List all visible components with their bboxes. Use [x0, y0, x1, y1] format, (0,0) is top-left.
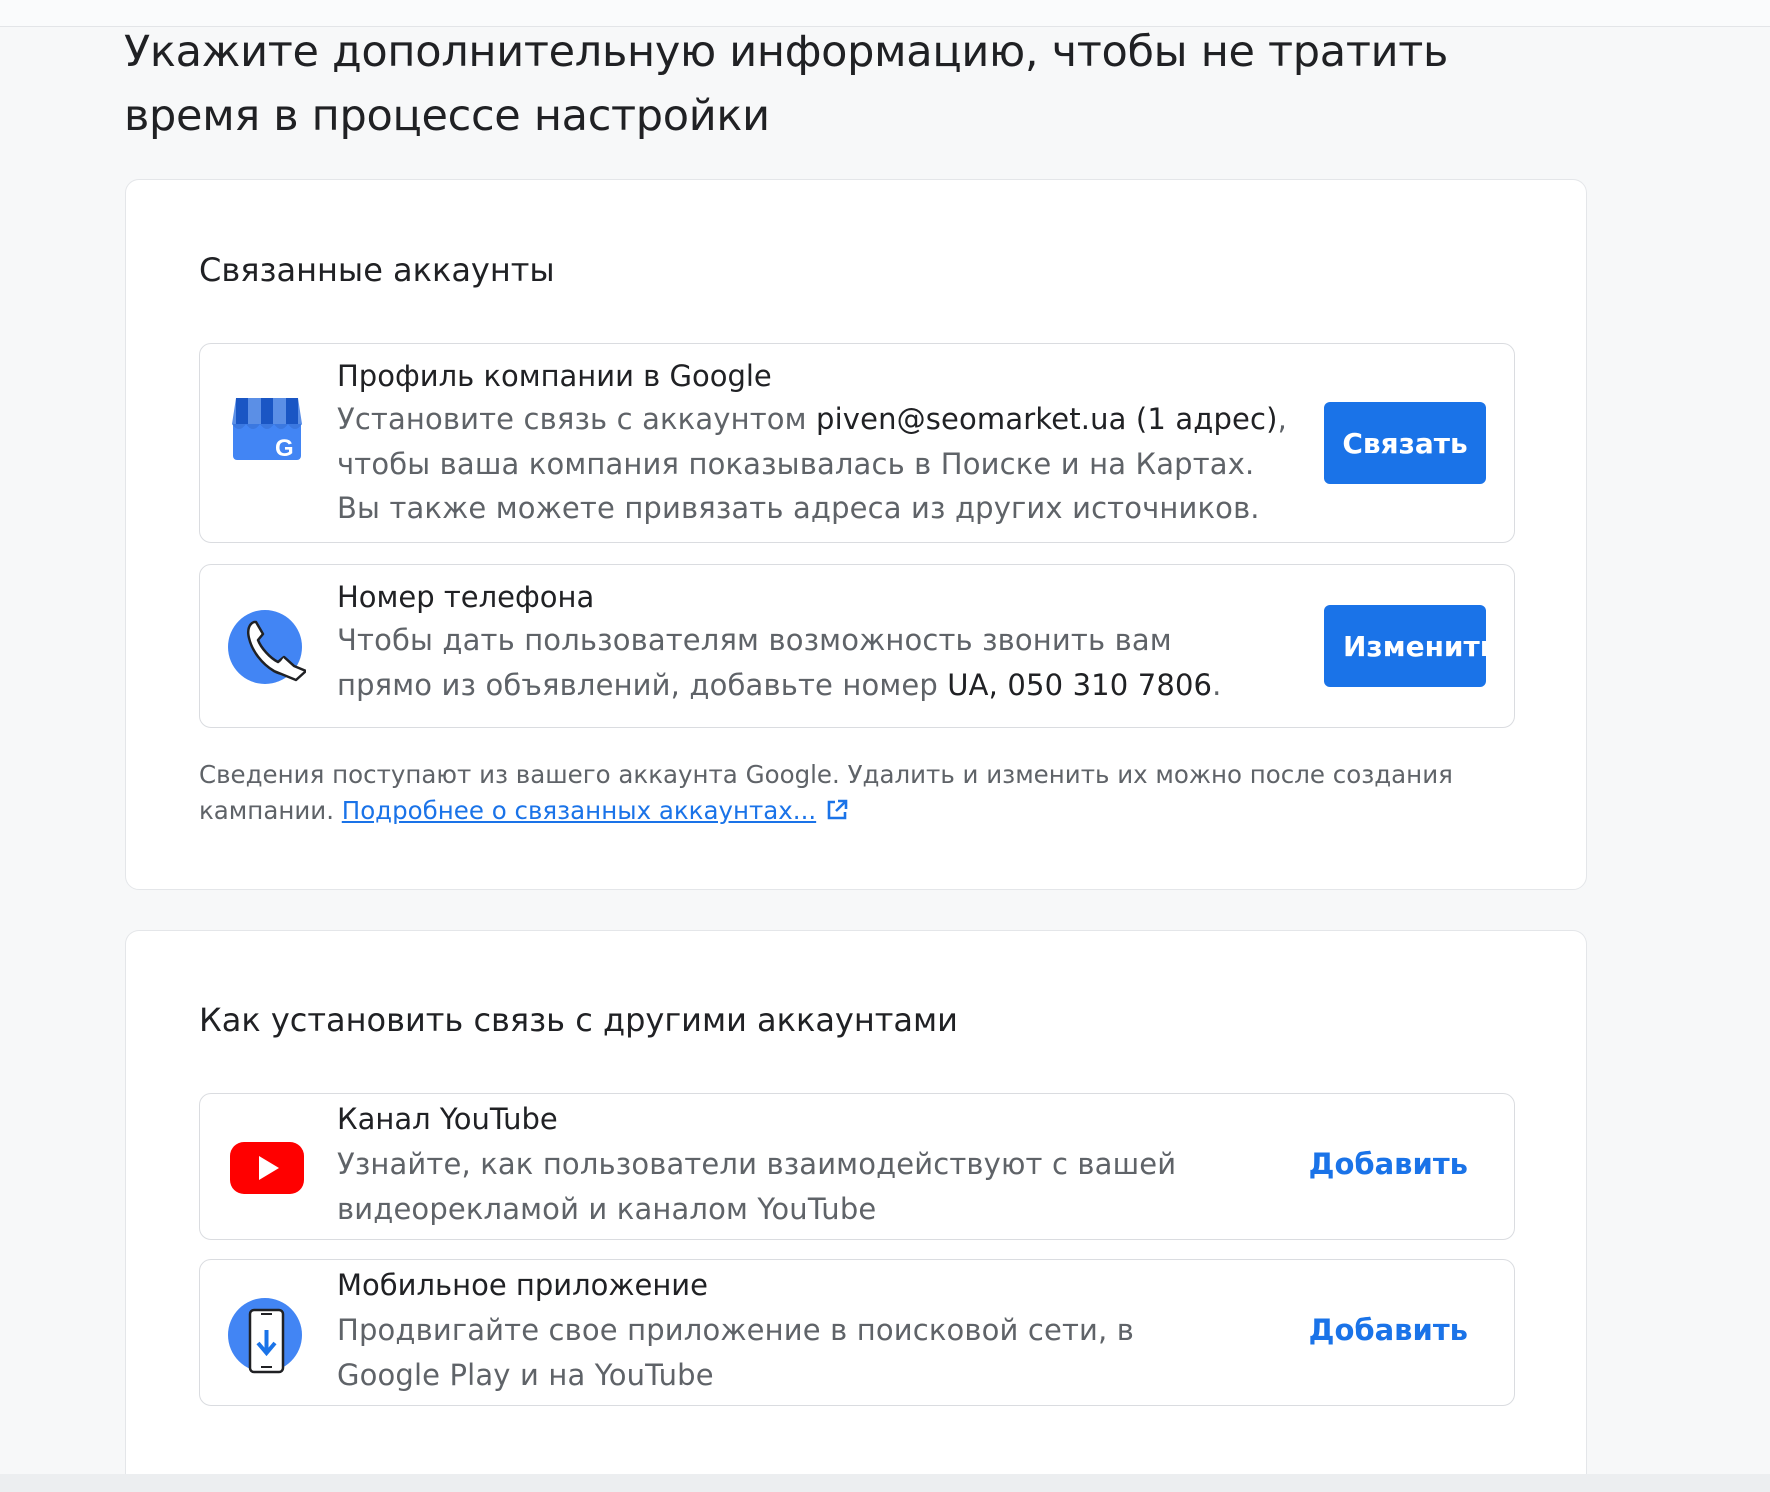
external-link-icon [827, 799, 848, 820]
business-profile-row: G Профиль компании в Google Установите с… [199, 343, 1515, 543]
youtube-icon [228, 1128, 306, 1206]
svg-text:G: G [275, 435, 294, 462]
other-accounts-heading: Как установить связь с другими аккаунтам… [199, 1001, 958, 1039]
youtube-description: Узнайте, как пользователи взаимодействую… [337, 1147, 1177, 1226]
business-profile-description: Установите связь с аккаунтом piven@seoma… [337, 402, 1287, 525]
mobile-app-title: Мобильное приложение [337, 1268, 708, 1302]
bottom-edge [0, 1474, 1770, 1492]
phone-icon [228, 608, 306, 686]
youtube-title: Канал YouTube [337, 1102, 558, 1136]
linked-accounts-card: Связанные аккаунты G Профиль компании в … [125, 179, 1587, 890]
phone-description: Чтобы дать пользователям возможность зво… [337, 623, 1222, 702]
phone-row: Номер телефона Чтобы дать пользователям … [199, 564, 1515, 728]
add-mobile-app-button[interactable]: Добавить [1309, 1313, 1468, 1347]
mobile-app-description: Продвигайте свое приложение в поисковой … [337, 1313, 1134, 1392]
change-phone-button[interactable]: Изменить [1324, 605, 1486, 687]
linked-accounts-heading: Связанные аккаунты [199, 251, 555, 289]
page-title: Укажите дополнительную информацию, чтобы… [124, 27, 1449, 141]
linked-accounts-learn-more-link[interactable]: Подробнее о связанных аккаунтах... [342, 796, 816, 825]
linked-accounts-note: Сведения поступают из вашего аккаунта Go… [199, 760, 1453, 825]
google-business-store-icon: G [228, 390, 306, 468]
other-accounts-card: Как установить связь с другими аккаунтам… [125, 930, 1587, 1492]
add-youtube-button[interactable]: Добавить [1309, 1147, 1468, 1181]
youtube-row: Канал YouTube Узнайте, как пользователи … [199, 1093, 1515, 1240]
link-business-profile-button[interactable]: Связать [1324, 402, 1486, 484]
phone-title: Номер телефона [337, 580, 595, 614]
mobile-app-download-icon [228, 1298, 306, 1376]
phone-number: UA, 050 310 7806 [947, 667, 1213, 702]
mobile-app-row: Мобильное приложение Продвигайте свое пр… [199, 1259, 1515, 1406]
business-profile-title: Профиль компании в Google [337, 359, 772, 393]
linked-account-email: piven@seomarket.ua (1 адрес) [816, 402, 1278, 436]
